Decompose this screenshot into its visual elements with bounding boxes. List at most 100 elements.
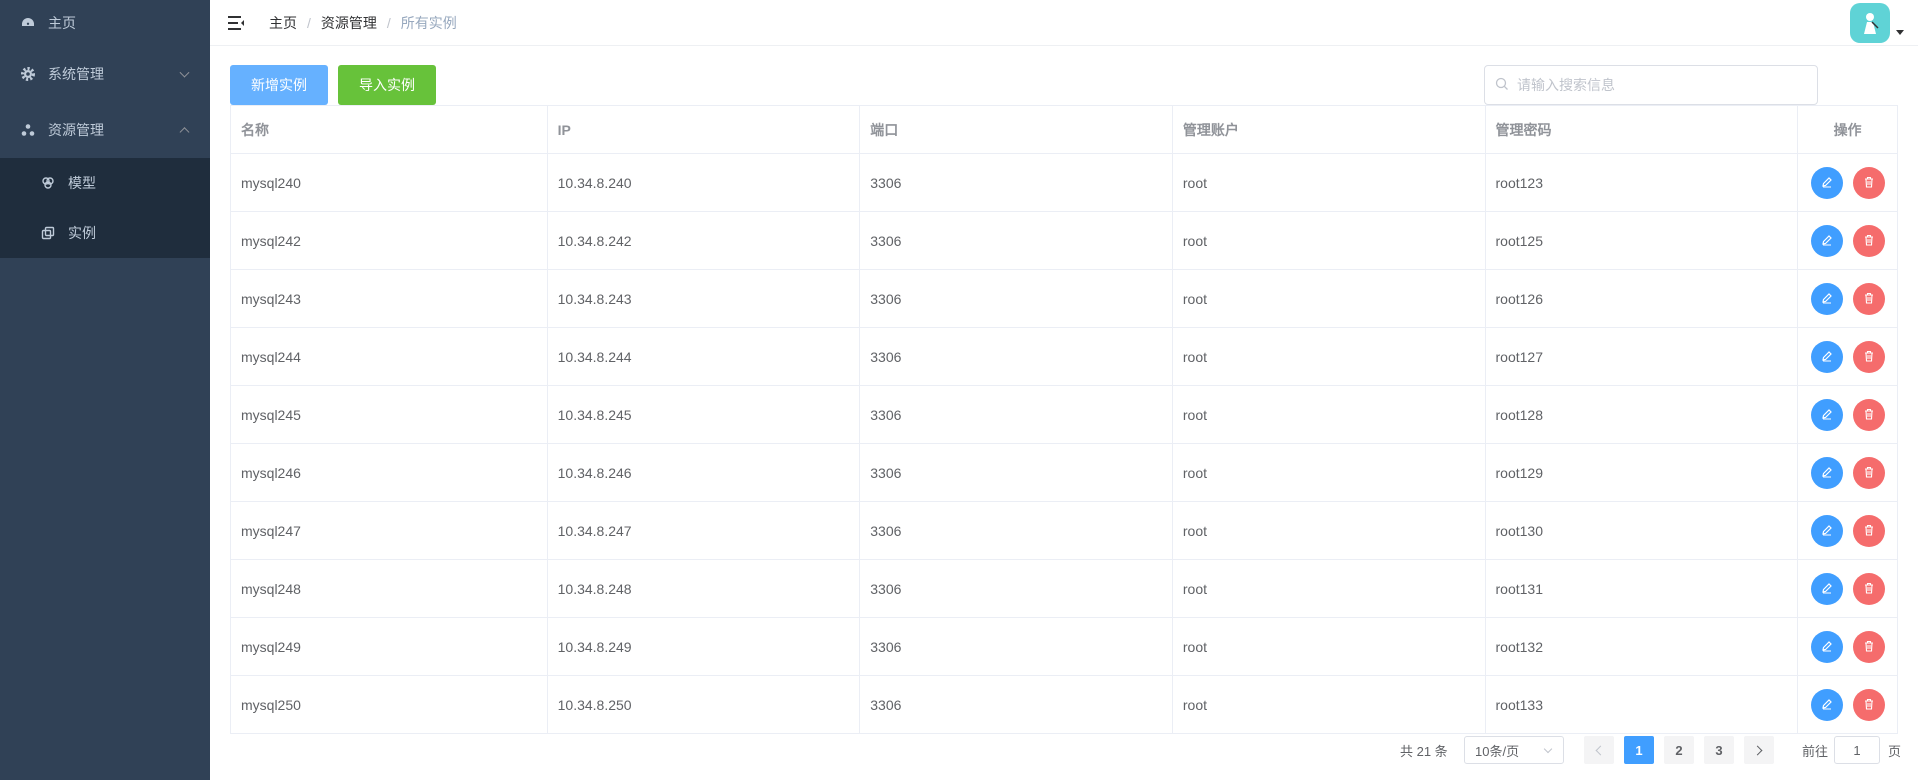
page-size-select[interactable]: 10条/页 [1464,736,1564,764]
column-header-account: 管理账户 [1173,106,1486,153]
edit-button[interactable] [1810,282,1843,315]
edit-icon [1821,349,1833,365]
instance-table: 名称 IP 端口 管理账户 管理密码 操作 mysql240 10.34.8.24… [230,105,1898,734]
submenu-resources: 模型 实例 [0,158,210,258]
table-row: mysql250 10.34.8.250 3306 root root133 [231,676,1897,734]
next-page-button[interactable] [1744,736,1774,764]
goto-label: 前往 [1802,743,1829,759]
breadcrumb-item-current: 所有实例 [400,14,457,31]
instance-port-cell: 3306 [860,212,1173,269]
add-instance-button[interactable]: 新增实例 [230,65,328,105]
sidebar-item-label: 实例 [68,225,96,241]
sidebar-item-resources[interactable]: 资源管理 [0,102,210,158]
instance-ip-cell: 10.34.8.249 [548,618,861,675]
instance-account-cell: root [1173,386,1486,443]
actions-cell [1798,560,1897,617]
chevron-left-icon [1595,745,1606,755]
instance-port-cell: 3306 [860,502,1173,559]
page-button-1[interactable]: 1 [1624,736,1654,764]
instance-name-cell: mysql249 [231,618,548,675]
import-instance-button[interactable]: 导入实例 [338,65,436,105]
instance-account-cell: root [1173,502,1486,559]
instance-password-cell: root131 [1486,560,1799,617]
instance-ip-cell: 10.34.8.242 [548,212,861,269]
avatar[interactable] [1850,3,1890,43]
delete-button[interactable] [1852,224,1885,257]
sidebar-item-model[interactable]: 模型 [0,158,210,208]
delete-button[interactable] [1852,456,1885,489]
user-menu[interactable] [1850,0,1904,46]
page-button-3[interactable]: 3 [1704,736,1734,764]
edit-button[interactable] [1810,688,1843,721]
sidebar-item-label: 模型 [68,175,96,191]
prev-page-button[interactable] [1584,736,1614,764]
edit-icon [1821,581,1833,597]
instance-port-cell: 3306 [860,154,1173,211]
table-row: mysql248 10.34.8.248 3306 root root131 [231,560,1897,618]
instance-account-cell: root [1173,444,1486,501]
delete-button[interactable] [1852,282,1885,315]
instance-password-cell: root129 [1486,444,1799,501]
cluster-icon [20,122,36,138]
edit-button[interactable] [1810,166,1843,199]
breadcrumb-item-resources[interactable]: 资源管理 [321,13,377,33]
actions-cell [1798,154,1897,211]
instance-ip-cell: 10.34.8.248 [548,560,861,617]
breadcrumb-item-home[interactable]: 主页 [269,13,297,33]
delete-button[interactable] [1852,398,1885,431]
delete-button[interactable] [1852,630,1885,663]
edit-button[interactable] [1810,572,1843,605]
table-row: mysql244 10.34.8.244 3306 root root127 [231,328,1897,386]
instance-name-cell: mysql243 [231,270,548,327]
instance-account-cell: root [1173,560,1486,617]
column-header-ip: IP [548,106,861,153]
edit-icon [1821,697,1833,713]
column-header-port: 端口 [860,106,1173,153]
delete-button[interactable] [1852,166,1885,199]
instance-ip-cell: 10.34.8.246 [548,444,861,501]
edit-button[interactable] [1810,630,1843,663]
edit-button[interactable] [1810,398,1843,431]
model-icon [40,175,56,191]
hamburger-icon[interactable] [227,14,247,32]
sidebar-item-label: 系统管理 [48,66,104,82]
table-row: mysql243 10.34.8.243 3306 root root126 [231,270,1897,328]
instance-port-cell: 3306 [860,328,1173,385]
sidebar: 主页 系统管理 资源管理 模型 实例 [0,0,210,780]
search-input[interactable] [1517,77,1797,93]
edit-icon [1821,233,1833,249]
goto-unit-label: 页 [1888,743,1902,759]
delete-button[interactable] [1852,340,1885,373]
gear-icon [20,66,36,82]
column-header-name: 名称 [231,106,548,153]
table-header: 名称 IP 端口 管理账户 管理密码 操作 [231,106,1897,154]
edit-button[interactable] [1810,224,1843,257]
actions-cell [1798,444,1897,501]
column-header-actions: 操作 [1833,121,1862,138]
sidebar-item-instance[interactable]: 实例 [0,208,210,258]
edit-icon [1821,465,1833,481]
trash-icon [1863,349,1875,365]
instance-password-cell: root125 [1486,212,1799,269]
delete-button[interactable] [1852,514,1885,547]
table-row: mysql242 10.34.8.242 3306 root root125 [231,212,1897,270]
delete-button[interactable] [1852,572,1885,605]
trash-icon [1863,523,1875,539]
instance-name-cell: mysql244 [231,328,548,385]
delete-button[interactable] [1852,688,1885,721]
sidebar-item-home[interactable]: 主页 [0,0,210,46]
instance-name-cell: mysql250 [231,676,548,733]
page-button-2[interactable]: 2 [1664,736,1694,764]
edit-button[interactable] [1810,456,1843,489]
instance-name-cell: mysql246 [231,444,548,501]
instance-account-cell: root [1173,270,1486,327]
goto-page-input[interactable]: 1 [1834,736,1880,764]
sidebar-item-label: 资源管理 [48,122,104,138]
caret-down-icon [1896,29,1904,35]
instance-account-cell: root [1173,212,1486,269]
search-box [1484,65,1818,105]
edit-button[interactable] [1810,514,1843,547]
sidebar-item-system[interactable]: 系统管理 [0,46,210,102]
edit-button[interactable] [1810,340,1843,373]
trash-icon [1863,175,1875,191]
